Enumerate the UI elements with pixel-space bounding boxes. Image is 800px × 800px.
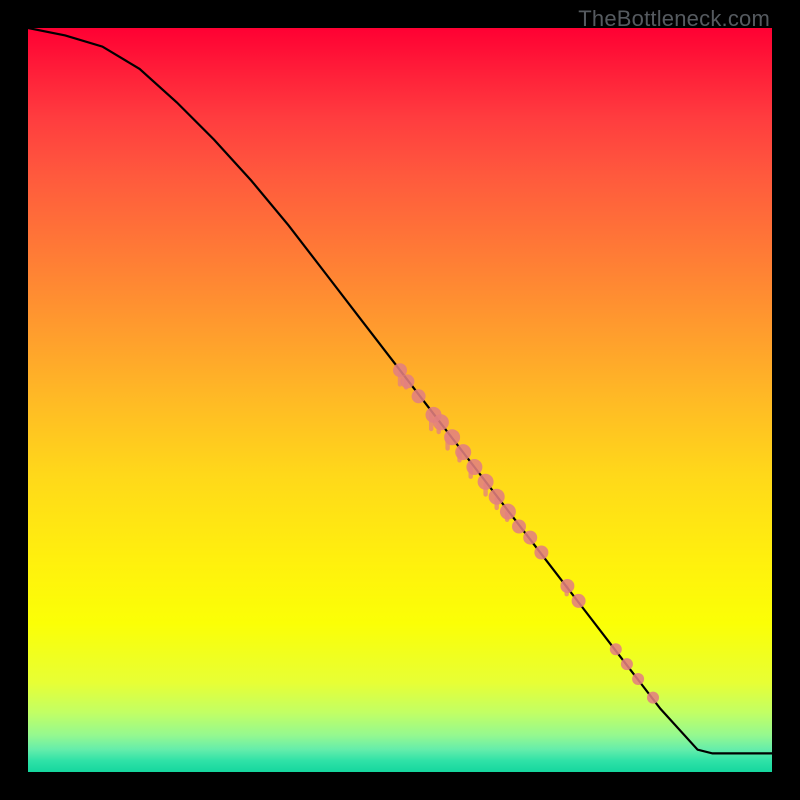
chart-point — [500, 504, 516, 520]
chart-point — [512, 520, 526, 534]
chart-point — [632, 673, 644, 685]
chart-point — [466, 459, 482, 475]
chart-point — [455, 444, 471, 460]
chart-point — [647, 692, 659, 704]
chart-point — [489, 489, 505, 505]
chart-stage: TheBottleneck.com — [0, 0, 800, 800]
chart-point — [572, 594, 586, 608]
chart-point — [478, 474, 494, 490]
watermark-text: TheBottleneck.com — [578, 6, 770, 32]
chart-overlay — [28, 28, 772, 772]
chart-point — [621, 658, 633, 670]
chart-point — [444, 429, 460, 445]
chart-point — [560, 579, 574, 593]
chart-point — [433, 414, 449, 430]
chart-point — [412, 389, 426, 403]
chart-points-group — [393, 363, 659, 703]
chart-point — [610, 643, 622, 655]
plot-area — [28, 28, 772, 772]
chart-point — [400, 374, 414, 388]
chart-point — [534, 546, 548, 560]
chart-point — [523, 531, 537, 545]
chart-line — [28, 28, 772, 753]
